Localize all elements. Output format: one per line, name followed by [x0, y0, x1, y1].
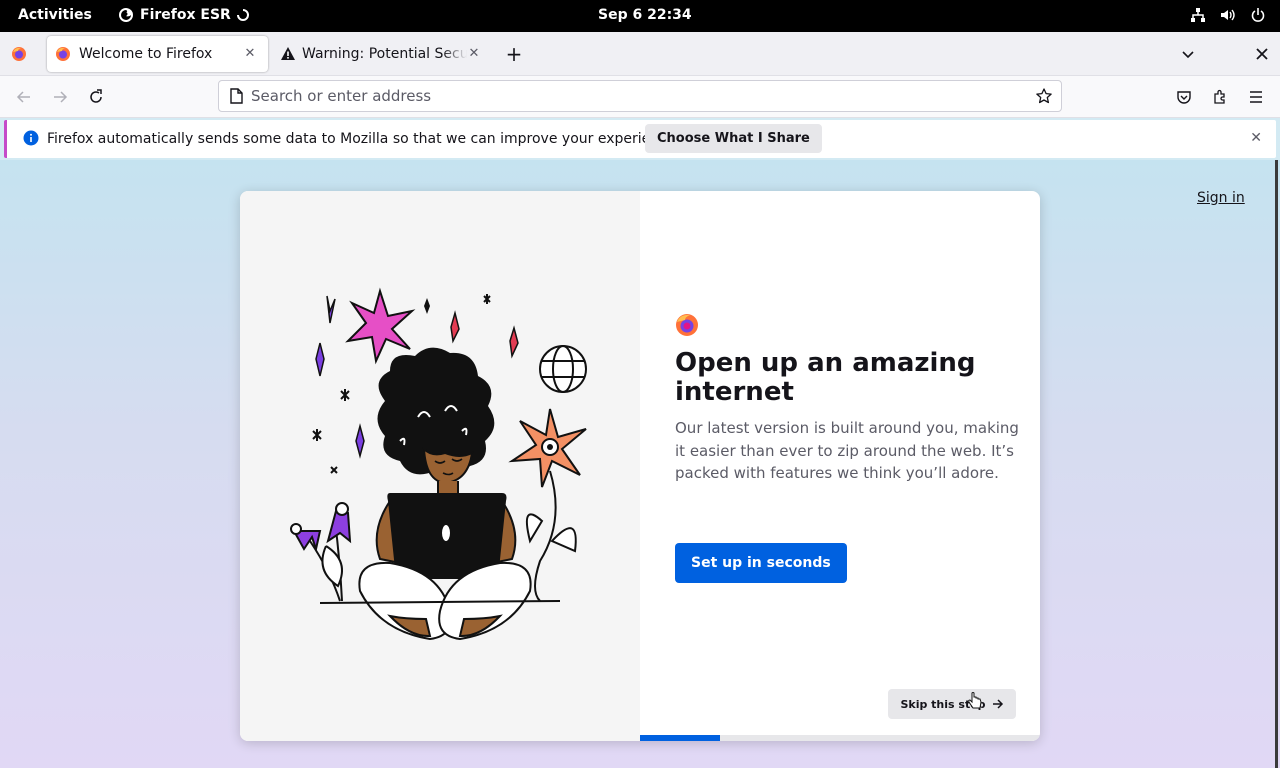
- bellflower-decoration: [290, 502, 352, 602]
- puzzle-icon: [1214, 89, 1225, 104]
- activities-button[interactable]: Activities: [18, 7, 92, 23]
- bookmark-star-button[interactable]: [1033, 86, 1055, 106]
- firefox-logo-icon: [676, 314, 698, 336]
- page-heading: Open up an amazing internet: [675, 348, 976, 407]
- firefox-view-button[interactable]: [8, 44, 30, 64]
- app-menu[interactable]: Firefox ESR: [118, 7, 249, 23]
- info-icon: [23, 130, 39, 146]
- loading-spinner-icon: [236, 9, 249, 21]
- volume-icon: [1221, 9, 1235, 21]
- close-tab-icon[interactable]: ✕: [466, 45, 482, 61]
- page-subtitle: Our latest version is built around you, …: [675, 419, 1019, 482]
- chevron-down-icon: [1182, 51, 1194, 59]
- hamburger-menu-icon: [1250, 91, 1262, 103]
- close-icon: [1256, 48, 1268, 60]
- notification-bar: Firefox automatically sends some data to…: [0, 118, 1280, 160]
- reload-icon: [90, 89, 102, 103]
- star-icon: [1036, 88, 1052, 104]
- arrow-right-icon: [992, 699, 1003, 709]
- pocket-button[interactable]: [1170, 84, 1198, 110]
- back-arrow-icon: [16, 91, 30, 103]
- address-bar[interactable]: [218, 80, 1062, 112]
- scrollbar[interactable]: [1275, 160, 1278, 768]
- tab-strip: Welcome to Firefox ✕ Warning: Potential …: [0, 32, 1280, 76]
- choose-what-i-share-button[interactable]: Choose What I Share: [645, 124, 822, 153]
- navigation-toolbar: [0, 76, 1280, 118]
- system-tray[interactable]: [1190, 7, 1266, 23]
- app-name: Firefox ESR: [140, 7, 231, 23]
- firefox-icon: [12, 47, 26, 61]
- pocket-icon: [1177, 91, 1191, 104]
- tab-title: Warning: Potential Secur: [302, 46, 467, 62]
- progress-fill: [640, 735, 720, 741]
- reload-button[interactable]: [82, 84, 110, 110]
- app-menu-button[interactable]: [1242, 84, 1270, 110]
- onboarding-progress: [640, 735, 1040, 741]
- system-top-bar: Activities Firefox ESR Sep 6 22:34: [0, 0, 1280, 32]
- back-button[interactable]: [10, 84, 38, 110]
- onboarding-illustration: [240, 191, 640, 741]
- onboarding-card: Open up an amazing internet Our latest v…: [240, 191, 1040, 741]
- sign-in-link[interactable]: Sign in: [1197, 190, 1245, 206]
- set-up-button[interactable]: Set up in seconds: [675, 543, 847, 583]
- tab-security-warning[interactable]: Warning: Potential Secur ✕: [272, 36, 492, 72]
- network-icon: [1191, 8, 1205, 22]
- list-all-tabs-button[interactable]: [1178, 44, 1198, 64]
- close-tab-icon[interactable]: ✕: [242, 45, 258, 61]
- new-tab-button[interactable]: +: [504, 42, 524, 66]
- notification-message: Firefox automatically sends some data to…: [47, 131, 680, 147]
- firefox-app-icon: [119, 8, 133, 22]
- welcome-page: Sign in Open up an amazing internet Our …: [0, 160, 1280, 768]
- person-with-laptop: [319, 347, 561, 641]
- firefox-icon: [56, 47, 70, 61]
- skip-step-button[interactable]: Skip this step: [888, 689, 1016, 719]
- hand-pointer-cursor-icon: [968, 692, 982, 709]
- globe-icon: [539, 345, 587, 393]
- url-input[interactable]: [251, 85, 1031, 107]
- clock[interactable]: Sep 6 22:34: [598, 7, 692, 23]
- data-collection-notification: Firefox automatically sends some data to…: [4, 120, 1276, 158]
- forward-button[interactable]: [46, 84, 74, 110]
- onboarding-content: Open up an amazing internet Our latest v…: [640, 191, 1040, 741]
- power-icon: [1251, 8, 1265, 22]
- tab-title: Welcome to Firefox: [79, 46, 213, 62]
- window-close-button[interactable]: [1252, 44, 1272, 64]
- warning-icon: [281, 47, 295, 60]
- page-icon: [230, 88, 243, 104]
- forward-arrow-icon: [54, 91, 68, 103]
- tab-welcome[interactable]: Welcome to Firefox ✕: [47, 36, 268, 72]
- plus-icon: +: [505, 42, 523, 66]
- extensions-button[interactable]: [1206, 84, 1234, 110]
- close-notification-icon[interactable]: ✕: [1250, 130, 1262, 146]
